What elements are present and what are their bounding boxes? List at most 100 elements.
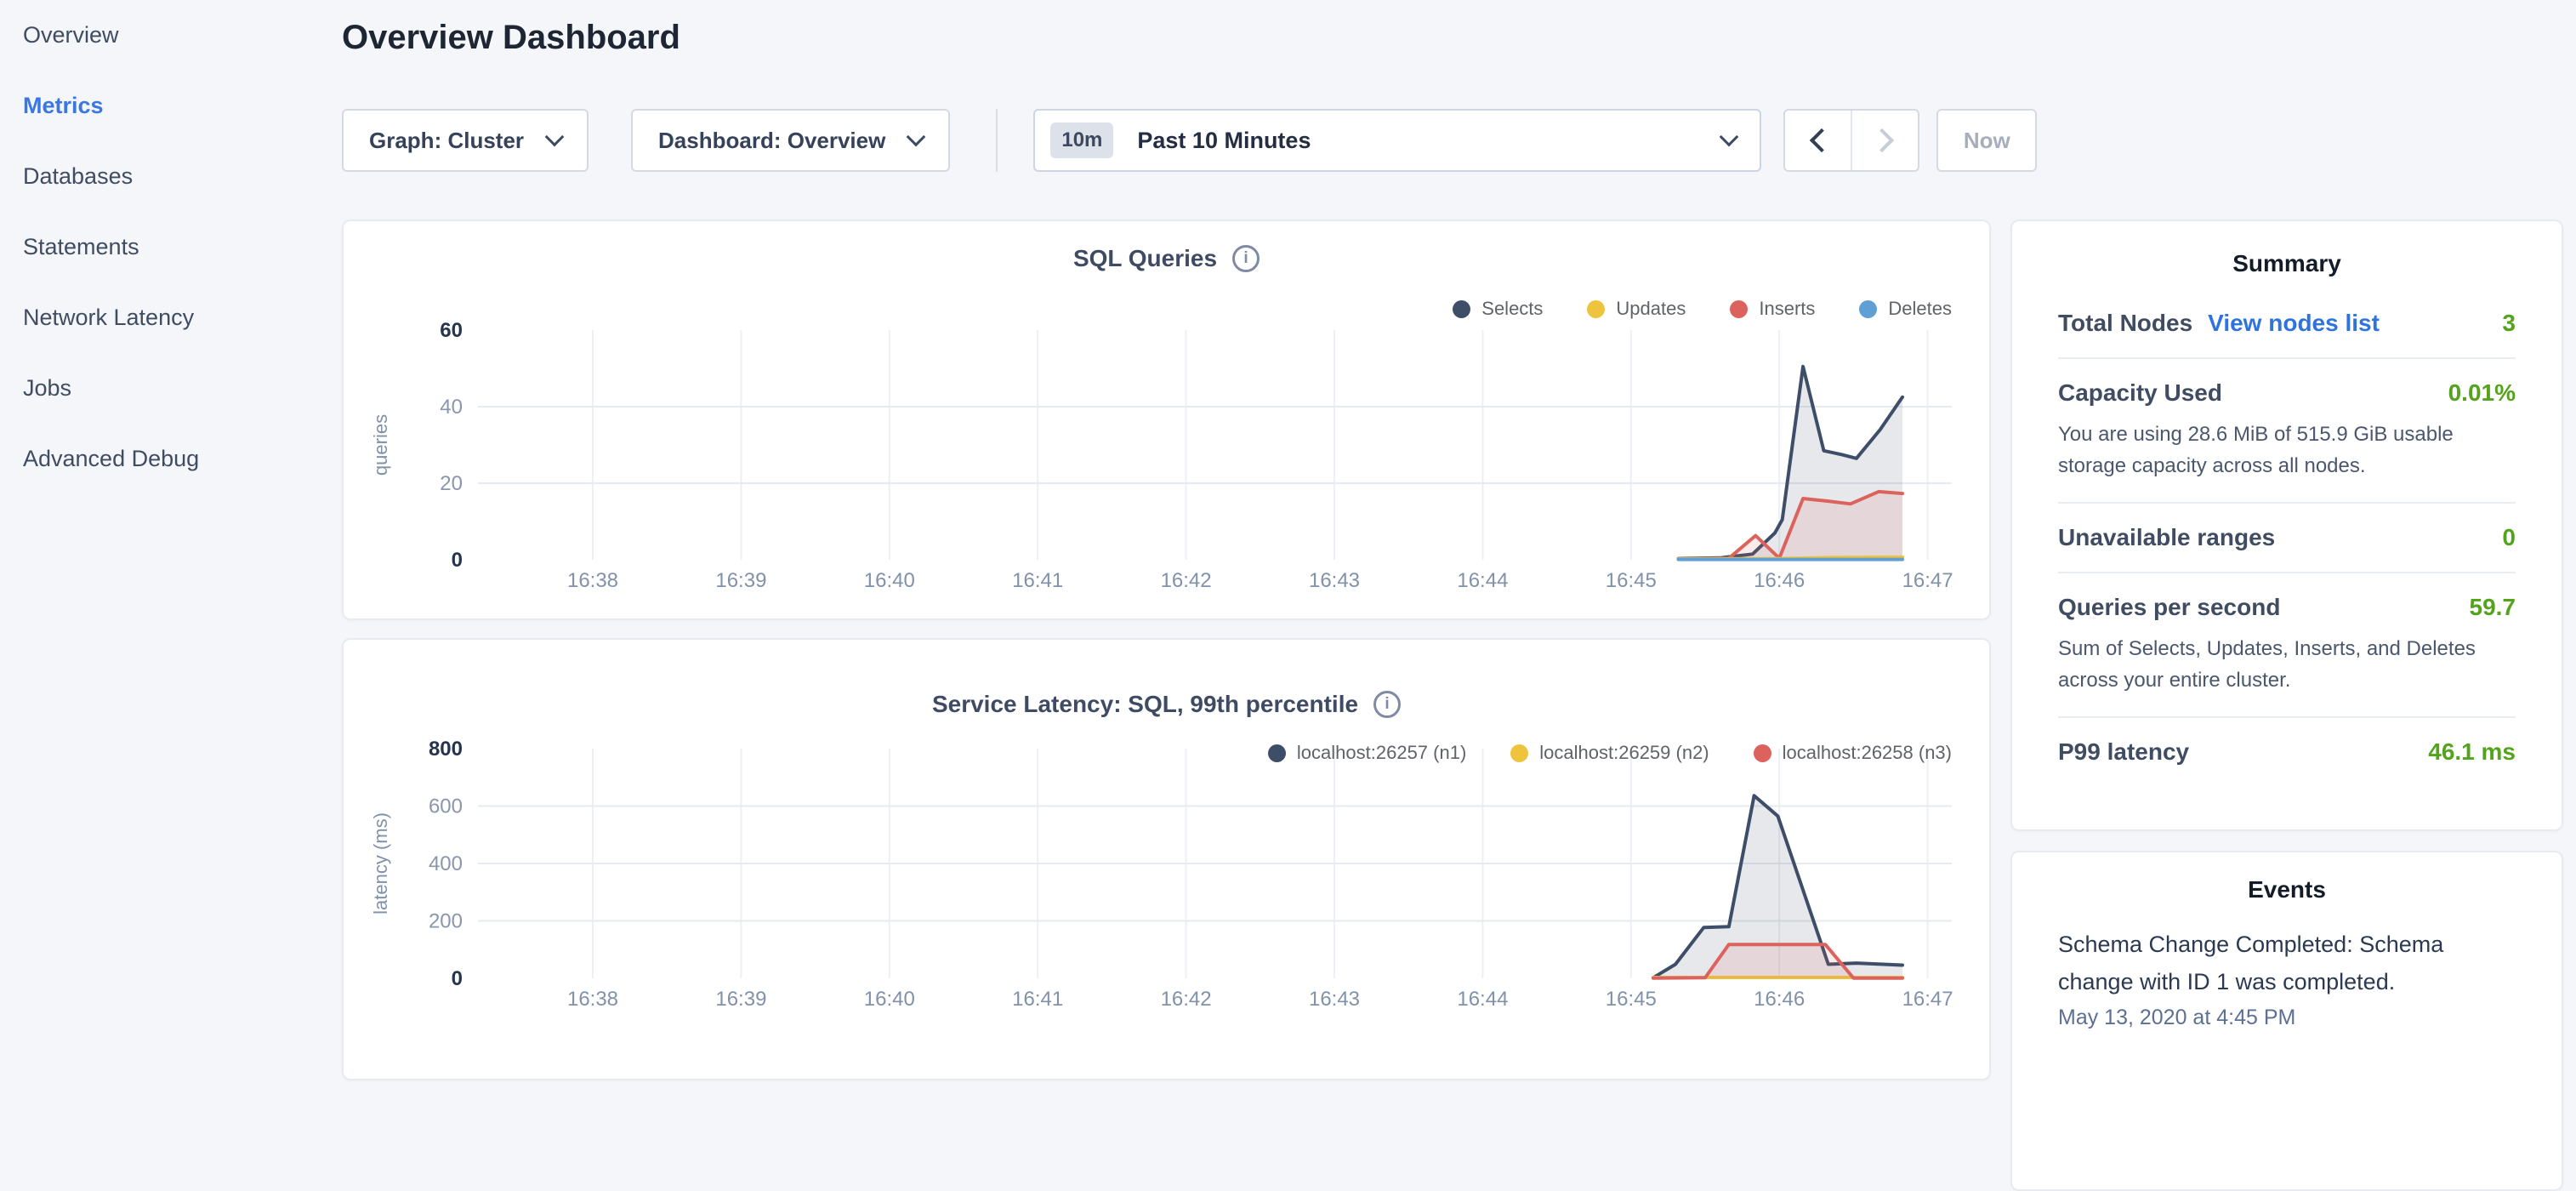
page: OverviewMetricsDatabasesStatementsNetwor… bbox=[0, 0, 2576, 1051]
legend-item: localhost:26258 (n3) bbox=[1754, 742, 1952, 764]
sidebar-item-statements[interactable]: Statements bbox=[0, 212, 342, 282]
legend-dot-icon bbox=[1754, 744, 1771, 762]
svg-text:16:43: 16:43 bbox=[1309, 988, 1360, 1011]
sidebar-item-databases[interactable]: Databases bbox=[0, 141, 342, 212]
time-back-button[interactable] bbox=[1785, 111, 1851, 170]
legend-dot-icon bbox=[1453, 300, 1470, 318]
svg-text:16:40: 16:40 bbox=[864, 569, 915, 592]
summary-panel: Summary Total Nodes View nodes list 3 Capac… bbox=[2010, 219, 2563, 831]
time-range-dropdown[interactable]: 10m Past 10 Minutes bbox=[1033, 109, 1761, 172]
graph-scope-dropdown[interactable]: Graph: Cluster bbox=[342, 109, 589, 172]
legend-label: Inserts bbox=[1759, 298, 1815, 320]
events-list: Schema Change Completed: Schema change w… bbox=[2058, 926, 2516, 1030]
legend-label: Selects bbox=[1481, 298, 1543, 320]
svg-text:16:44: 16:44 bbox=[1457, 569, 1508, 592]
now-button[interactable]: Now bbox=[1936, 109, 2037, 172]
svg-text:16:42: 16:42 bbox=[1161, 988, 1212, 1011]
sidebar-item-jobs[interactable]: Jobs bbox=[0, 353, 342, 424]
legend-item: localhost:26257 (n1) bbox=[1268, 742, 1466, 764]
summary-metric-label: Unavailable ranges bbox=[2058, 524, 2275, 551]
summary-metric-description: Sum of Selects, Updates, Inserts, and De… bbox=[2058, 633, 2516, 696]
right-column: Summary Total Nodes View nodes list 3 Capac… bbox=[2010, 219, 2563, 1191]
sidebar-item-network-latency[interactable]: Network Latency bbox=[0, 282, 342, 353]
summary-metric-value: 0.01% bbox=[2448, 379, 2516, 407]
info-icon[interactable]: i bbox=[1373, 691, 1401, 718]
summary-rows: Total Nodes View nodes list 3 Capacity Used… bbox=[2058, 289, 2516, 786]
service-latency-chart-card: Service Latency: SQL, 99th percentile i … bbox=[342, 638, 1991, 1080]
dashboard-label: Dashboard: Overview bbox=[658, 128, 885, 154]
chart-title: Service Latency: SQL, 99th percentile bbox=[932, 691, 1358, 718]
svg-text:16:45: 16:45 bbox=[1606, 988, 1657, 1011]
svg-text:queries: queries bbox=[370, 414, 391, 476]
chevron-left-icon bbox=[1810, 128, 1834, 152]
sql-queries-chart-card: SQL Queries i Selects Updates Inserts Delet… bbox=[342, 219, 1991, 620]
chart-title: SQL Queries bbox=[1073, 245, 1217, 272]
summary-metric-label: P99 latency bbox=[2058, 738, 2189, 766]
legend-label: Updates bbox=[1616, 298, 1686, 320]
svg-text:latency (ms): latency (ms) bbox=[370, 812, 391, 915]
svg-text:16:47: 16:47 bbox=[1902, 988, 1953, 1011]
chart-title-row: SQL Queries i bbox=[344, 245, 1989, 272]
legend-label: localhost:26257 (n1) bbox=[1297, 742, 1466, 764]
summary-metric-label: Total Nodes bbox=[2058, 310, 2192, 337]
chevron-down-icon bbox=[545, 128, 565, 147]
svg-text:0: 0 bbox=[452, 967, 463, 990]
chart-legend: localhost:26257 (n1) localhost:26259 (n2)… bbox=[1268, 742, 1952, 764]
legend-dot-icon bbox=[1859, 300, 1877, 318]
sidebar-item-overview[interactable]: Overview bbox=[0, 0, 342, 71]
svg-text:20: 20 bbox=[440, 472, 463, 495]
svg-text:400: 400 bbox=[429, 852, 463, 875]
legend-item: localhost:26259 (n2) bbox=[1510, 742, 1709, 764]
time-forward-button[interactable] bbox=[1851, 111, 1918, 170]
view-nodes-list-link[interactable]: View nodes list bbox=[2208, 310, 2380, 337]
chevron-down-icon bbox=[907, 128, 926, 147]
controls-row: Graph: Cluster Dashboard: Overview 10m P… bbox=[342, 109, 2576, 172]
svg-text:0: 0 bbox=[452, 549, 463, 572]
summary-row: Capacity Used0.01%You are using 28.6 MiB… bbox=[2058, 359, 2516, 504]
chevron-down-icon bbox=[1720, 128, 1739, 147]
legend-item: Updates bbox=[1587, 298, 1686, 320]
controls-divider bbox=[996, 109, 998, 172]
event-timestamp: May 13, 2020 at 4:45 PM bbox=[2058, 1006, 2516, 1030]
svg-text:16:42: 16:42 bbox=[1161, 569, 1212, 592]
event-text: Schema Change Completed: Schema change w… bbox=[2058, 926, 2516, 1000]
graph-scope-label: Graph: Cluster bbox=[369, 128, 524, 154]
legend-item: Deletes bbox=[1859, 298, 1952, 320]
dashboard-dropdown[interactable]: Dashboard: Overview bbox=[631, 109, 950, 172]
events-panel: Events Schema Change Completed: Schema c… bbox=[2010, 851, 2563, 1191]
svg-text:800: 800 bbox=[429, 738, 463, 761]
page-title: Overview Dashboard bbox=[342, 15, 2576, 60]
summary-title: Summary bbox=[2058, 250, 2516, 277]
legend-dot-icon bbox=[1268, 744, 1286, 762]
summary-row: Queries per second59.7Sum of Selects, Up… bbox=[2058, 573, 2516, 718]
svg-text:600: 600 bbox=[429, 795, 463, 818]
sql-queries-chart: 16:3816:3916:4016:4116:4216:4316:4416:45… bbox=[344, 221, 1989, 618]
time-range-label: Past 10 Minutes bbox=[1137, 128, 1311, 154]
sidebar-item-metrics[interactable]: Metrics bbox=[0, 71, 342, 141]
svg-text:16:40: 16:40 bbox=[864, 988, 915, 1011]
chevron-right-icon bbox=[1870, 128, 1894, 152]
sidebar-item-advanced-debug[interactable]: Advanced Debug bbox=[0, 424, 342, 494]
summary-row: P99 latency46.1 ms bbox=[2058, 718, 2516, 786]
svg-text:16:41: 16:41 bbox=[1012, 569, 1063, 592]
time-step-buttons bbox=[1783, 109, 1919, 172]
legend-dot-icon bbox=[1510, 744, 1528, 762]
info-icon[interactable]: i bbox=[1232, 245, 1260, 272]
main-content: Overview Dashboard Graph: Cluster Dashbo… bbox=[342, 0, 2576, 1051]
events-title: Events bbox=[2058, 876, 2516, 903]
chart-title-row: Service Latency: SQL, 99th percentile i bbox=[344, 691, 1989, 718]
svg-text:60: 60 bbox=[440, 319, 463, 342]
svg-text:40: 40 bbox=[440, 396, 463, 419]
svg-text:16:44: 16:44 bbox=[1457, 988, 1508, 1011]
svg-text:16:46: 16:46 bbox=[1754, 988, 1805, 1011]
event-item: Schema Change Completed: Schema change w… bbox=[2058, 926, 2516, 1030]
legend-item: Selects bbox=[1453, 298, 1543, 320]
svg-text:16:41: 16:41 bbox=[1012, 988, 1063, 1011]
svg-text:16:46: 16:46 bbox=[1754, 569, 1805, 592]
chart-legend: Selects Updates Inserts Deletes bbox=[1453, 298, 1952, 320]
summary-metric-value: 0 bbox=[2502, 524, 2516, 551]
summary-row: Unavailable ranges 0 bbox=[2058, 504, 2516, 573]
legend-dot-icon bbox=[1730, 300, 1748, 318]
svg-text:16:38: 16:38 bbox=[567, 988, 618, 1011]
summary-metric-value: 3 bbox=[2502, 310, 2516, 337]
